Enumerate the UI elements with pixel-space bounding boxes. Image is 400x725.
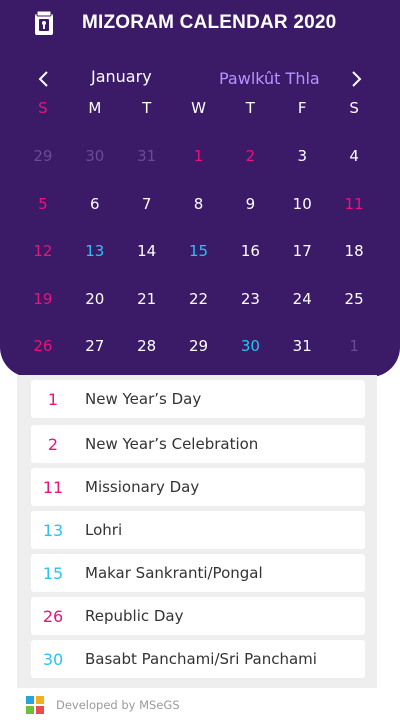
calendar-day[interactable]: 30 [224, 330, 276, 378]
calendar-week-row: 5 6 7 8 9 10 11 [17, 188, 380, 236]
weekday-label: T [142, 99, 152, 117]
calendar-day[interactable]: 24 [276, 283, 328, 331]
calendar-day[interactable]: 18 [328, 235, 380, 283]
app-logo-icon [35, 10, 53, 35]
next-month-icon[interactable] [346, 69, 366, 89]
month-name-mizo: Pawlkût Thla [219, 69, 320, 88]
calendar-day[interactable]: 8 [173, 188, 225, 236]
holiday-name: Republic Day [85, 607, 184, 625]
weekday-label: F [297, 99, 307, 117]
calendar-day[interactable]: 9 [224, 188, 276, 236]
holiday-date: 1 [47, 389, 59, 409]
holiday-list-item[interactable]: 13 Lohri [31, 511, 365, 549]
msegs-logo-icon [26, 696, 44, 714]
calendar-day[interactable]: 5 [17, 188, 69, 236]
calendar-day[interactable]: 23 [224, 283, 276, 331]
weekday-label: W [191, 99, 206, 117]
holiday-name: New Year’s Day [85, 390, 202, 408]
calendar-day[interactable]: 16 [224, 235, 276, 283]
weekday-label: M [88, 99, 102, 117]
calendar-day[interactable]: 29 [173, 330, 225, 378]
previous-month-icon[interactable] [34, 69, 54, 89]
calendar-day[interactable]: 20 [69, 283, 121, 331]
calendar-day[interactable]: 21 [121, 283, 173, 331]
calendar-day[interactable]: 10 [276, 188, 328, 236]
holiday-date: 26 [42, 606, 64, 626]
holiday-name: New Year’s Celebration [85, 435, 259, 453]
calendar-day[interactable]: 15 [173, 235, 225, 283]
developer-credit: Developed by MSeGS [56, 698, 180, 712]
footer: Developed by MSeGS [24, 694, 180, 716]
calendar-day[interactable]: 28 [121, 330, 173, 378]
holiday-date: 2 [47, 434, 59, 454]
weekday-label: S [349, 99, 359, 117]
calendar-week-row: 26 27 28 29 30 31 1 [17, 330, 380, 378]
calendar-day[interactable]: 7 [121, 188, 173, 236]
calendar-day[interactable]: 13 [69, 235, 121, 283]
holiday-list-item[interactable]: 15 Makar Sankranti/Pongal [31, 554, 365, 592]
calendar-day[interactable]: 1 [173, 140, 225, 188]
calendar-day[interactable]: 31 [121, 140, 173, 188]
month-name-english: January [91, 67, 152, 86]
calendar-day[interactable]: 2 [224, 140, 276, 188]
holiday-date: 13 [42, 520, 64, 540]
weekday-label: T [245, 99, 255, 117]
holiday-name: Makar Sankranti/Pongal [85, 564, 263, 582]
holiday-name: Basabt Panchami/Sri Panchami [85, 650, 317, 668]
calendar-day[interactable]: 4 [328, 140, 380, 188]
calendar-day[interactable]: 12 [17, 235, 69, 283]
holiday-name: Missionary Day [85, 478, 200, 496]
calendar-day[interactable]: 25 [328, 283, 380, 331]
calendar-day[interactable]: 6 [69, 188, 121, 236]
holiday-list-item[interactable]: 2 New Year’s Celebration [31, 425, 365, 463]
calendar-week-row: 19 20 21 22 23 24 25 [17, 283, 380, 331]
calendar-day[interactable]: 31 [276, 330, 328, 378]
calendar-day[interactable]: 1 [328, 330, 380, 378]
holiday-date: 30 [42, 649, 64, 669]
calendar-day[interactable]: 14 [121, 235, 173, 283]
calendar-day[interactable]: 11 [328, 188, 380, 236]
calendar-day[interactable]: 19 [17, 283, 69, 331]
calendar-day[interactable]: 17 [276, 235, 328, 283]
calendar-day[interactable]: 27 [69, 330, 121, 378]
weekday-header-row: SMTWTFS [17, 99, 380, 121]
calendar-week-row: 12 13 14 15 16 17 18 [17, 235, 380, 283]
holiday-list-item[interactable]: 1 New Year’s Day [31, 380, 365, 418]
holiday-list-item[interactable]: 26 Republic Day [31, 597, 365, 635]
calendar-day[interactable]: 26 [17, 330, 69, 378]
calendar-day[interactable]: 22 [173, 283, 225, 331]
calendar-day[interactable]: 3 [276, 140, 328, 188]
calendar-header: MIZORAM CALENDAR 2020 January Pawlkût Th… [0, 0, 400, 377]
calendar-day[interactable]: 30 [69, 140, 121, 188]
weekday-label: S [38, 99, 48, 117]
holiday-date: 15 [42, 563, 64, 583]
holiday-list-item[interactable]: 11 Missionary Day [31, 468, 365, 506]
holiday-list-item[interactable]: 30 Basabt Panchami/Sri Panchami [31, 640, 365, 678]
calendar-grid: 29 30 31 1 2 3 4 5 6 7 8 9 10 11 12 13 14 15 16 17 18 19 20 21 2… [17, 140, 380, 378]
holiday-date: 11 [42, 477, 64, 497]
app-title: MIZORAM CALENDAR 2020 [82, 12, 337, 33]
calendar-week-row: 29 30 31 1 2 3 4 [17, 140, 380, 188]
holiday-name: Lohri [85, 521, 123, 539]
calendar-day[interactable]: 29 [17, 140, 69, 188]
